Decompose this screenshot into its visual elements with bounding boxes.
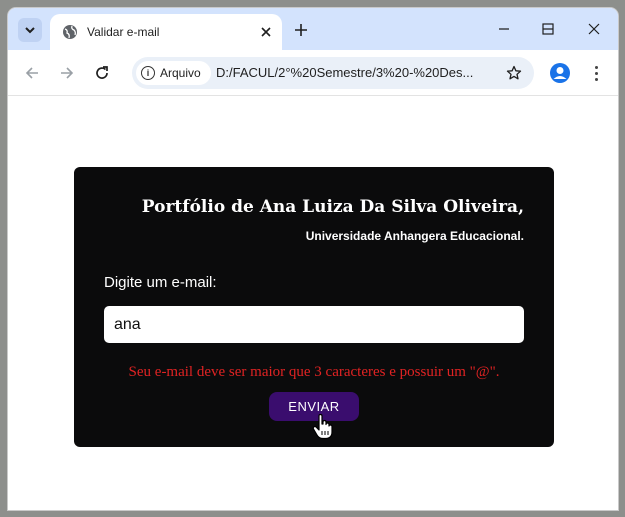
globe-icon: [62, 24, 78, 40]
minimize-line-icon: [499, 28, 509, 30]
error-message: Seu e-mail deve ser maior que 3 caracter…: [128, 364, 500, 380]
email-label: Digite um e-mail:: [104, 274, 217, 291]
address-bar[interactable]: i Arquivo D:/FACUL/2°%20Semestre/3%20-%2…: [132, 57, 534, 89]
reload-icon: [96, 66, 108, 79]
menu-dot-icon: [594, 71, 598, 75]
arrow-right-icon: [61, 67, 74, 79]
url-text[interactable]: D:/FACUL/2°%20Semestre/3%20-%20Des...: [216, 65, 488, 80]
arrow-left-icon: [25, 67, 38, 79]
maximize-icon: [542, 23, 554, 35]
form-card: Portfólio de Ana Luiza Da Silva Oliveira…: [74, 167, 554, 447]
maximize-button[interactable]: [528, 16, 568, 42]
plus-icon: [295, 24, 307, 36]
site-info-chip[interactable]: i Arquivo: [136, 61, 211, 85]
tab-title: Validar e-mail: [87, 25, 160, 39]
new-tab-button[interactable]: [291, 20, 311, 40]
bookmark-button[interactable]: [504, 63, 524, 83]
avatar-icon: [550, 63, 570, 83]
forward-button[interactable]: [55, 61, 79, 85]
menu-dot-icon: [594, 65, 598, 69]
profile-button[interactable]: [548, 61, 572, 85]
page-title: Portfólio de Ana Luiza Da Silva Oliveira…: [141, 197, 524, 217]
page-subtitle: Universidade Anhangera Educacional.: [305, 229, 524, 243]
browser-menu-button[interactable]: [586, 61, 606, 85]
minimize-btn[interactable]: [484, 16, 524, 42]
browser-toolbar: i Arquivo D:/FACUL/2°%20Semestre/3%20-%2…: [8, 50, 618, 96]
site-info-label: Arquivo: [160, 66, 201, 80]
hand-cursor-icon: [312, 413, 334, 440]
page-viewport: Portfólio de Ana Luiza Da Silva Oliveira…: [8, 97, 618, 510]
close-tab-icon[interactable]: [256, 22, 276, 42]
close-icon: [588, 23, 600, 35]
tab-search-button[interactable]: [18, 18, 42, 42]
tab-active[interactable]: Validar e-mail: [50, 14, 282, 50]
close-window-button[interactable]: [574, 16, 614, 42]
email-input[interactable]: [104, 306, 524, 343]
menu-dot-icon: [594, 77, 598, 81]
reload-button[interactable]: [90, 61, 114, 85]
info-icon: i: [141, 66, 155, 80]
back-button[interactable]: [20, 61, 44, 85]
tab-strip: Validar e-mail: [8, 8, 618, 50]
chevron-down-icon: [25, 27, 35, 34]
browser-window: Validar e-mail i Arquivo D:/FACUL/2°%20S…: [8, 8, 618, 510]
star-icon: [506, 65, 522, 80]
